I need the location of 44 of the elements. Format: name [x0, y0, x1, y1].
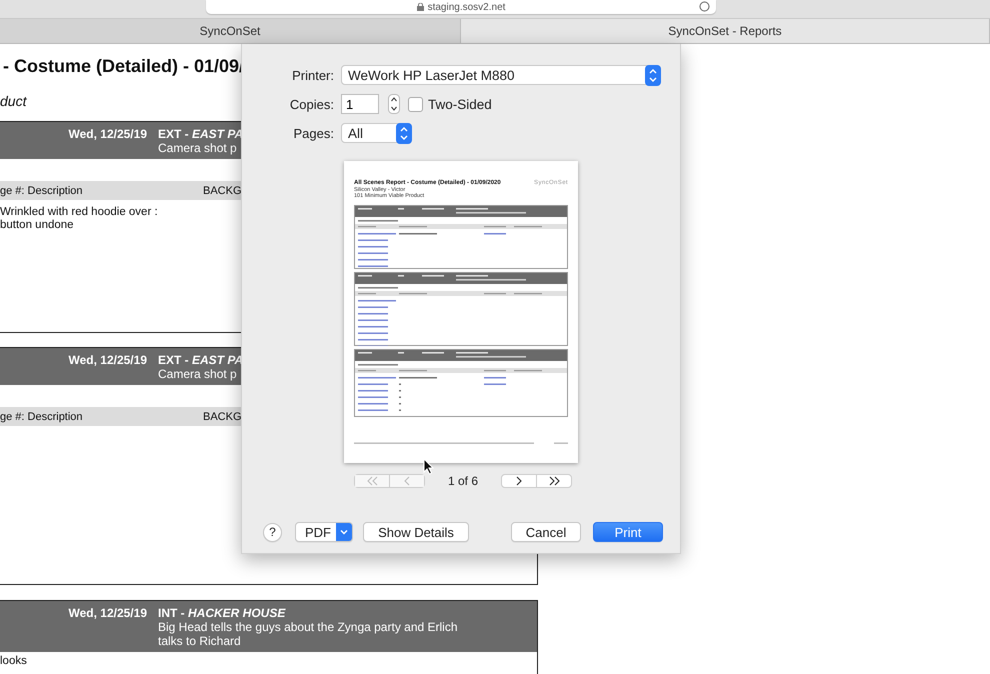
- column-header: BACKG: [203, 410, 242, 422]
- chevron-right-icon: [516, 476, 522, 486]
- browser-tab[interactable]: SyncOnSet - Reports: [461, 19, 990, 43]
- printer-dropdown[interactable]: WeWork HP LaserJet M880: [341, 65, 661, 85]
- copies-field[interactable]: 1: [341, 94, 379, 114]
- costume-note: looks: [0, 655, 27, 668]
- scene-setting: INT - HACKER HOUSE: [158, 606, 286, 620]
- browser-tab[interactable]: SyncOnSet: [0, 19, 461, 43]
- column-header: BACKG: [203, 184, 242, 196]
- url-text: staging.sosv2.net: [428, 2, 506, 12]
- lock-icon: [416, 3, 424, 11]
- chevron-left-icon: [404, 476, 410, 486]
- print-button[interactable]: Print: [593, 522, 663, 542]
- copies-label: Copies:: [288, 96, 334, 112]
- double-chevron-right-icon: [548, 476, 560, 486]
- costume-note: button undone: [0, 219, 74, 232]
- scene-description: talks to Richard: [158, 634, 241, 648]
- scene-date: Wed, 12/25/19: [68, 353, 147, 369]
- pdf-menu-button[interactable]: PDF: [295, 522, 353, 542]
- page-indicator: 1 of 6: [446, 474, 480, 488]
- stepper-icon[interactable]: [388, 94, 400, 114]
- scene-description: Big Head tells the guys about the Zynga party and Erlich: [158, 620, 458, 634]
- costume-note: Wrinkled with red hoodie over :: [0, 206, 158, 219]
- pages-dropdown[interactable]: All: [341, 123, 412, 143]
- help-button[interactable]: ?: [263, 522, 282, 542]
- updown-icon: [396, 122, 412, 144]
- report-subtitle: duct: [0, 93, 26, 109]
- column-header: ge #: Description: [0, 184, 84, 196]
- two-sided-checkbox[interactable]: [408, 96, 423, 112]
- scene-date: Wed, 12/25/19: [68, 127, 147, 143]
- two-sided-label: Two-Sided: [428, 96, 492, 112]
- printer-label: Printer:: [291, 68, 334, 82]
- chevron-down-icon: [336, 523, 352, 541]
- updown-icon: [645, 64, 661, 86]
- scene-date: Wed, 12/25/19: [68, 606, 147, 622]
- reload-icon[interactable]: [699, 1, 710, 12]
- dialog-button[interactable]: Cancel: [511, 522, 581, 542]
- scene-description: Camera shot p: [158, 141, 237, 155]
- dialog-button[interactable]: Show Details: [363, 522, 469, 542]
- scene-description: Camera shot p: [158, 367, 237, 381]
- address-bar[interactable]: staging.sosv2.net: [206, 0, 716, 14]
- pages-label: Pages:: [292, 126, 334, 140]
- column-header: ge #: Description: [0, 410, 84, 422]
- double-chevron-left-icon: [366, 476, 378, 486]
